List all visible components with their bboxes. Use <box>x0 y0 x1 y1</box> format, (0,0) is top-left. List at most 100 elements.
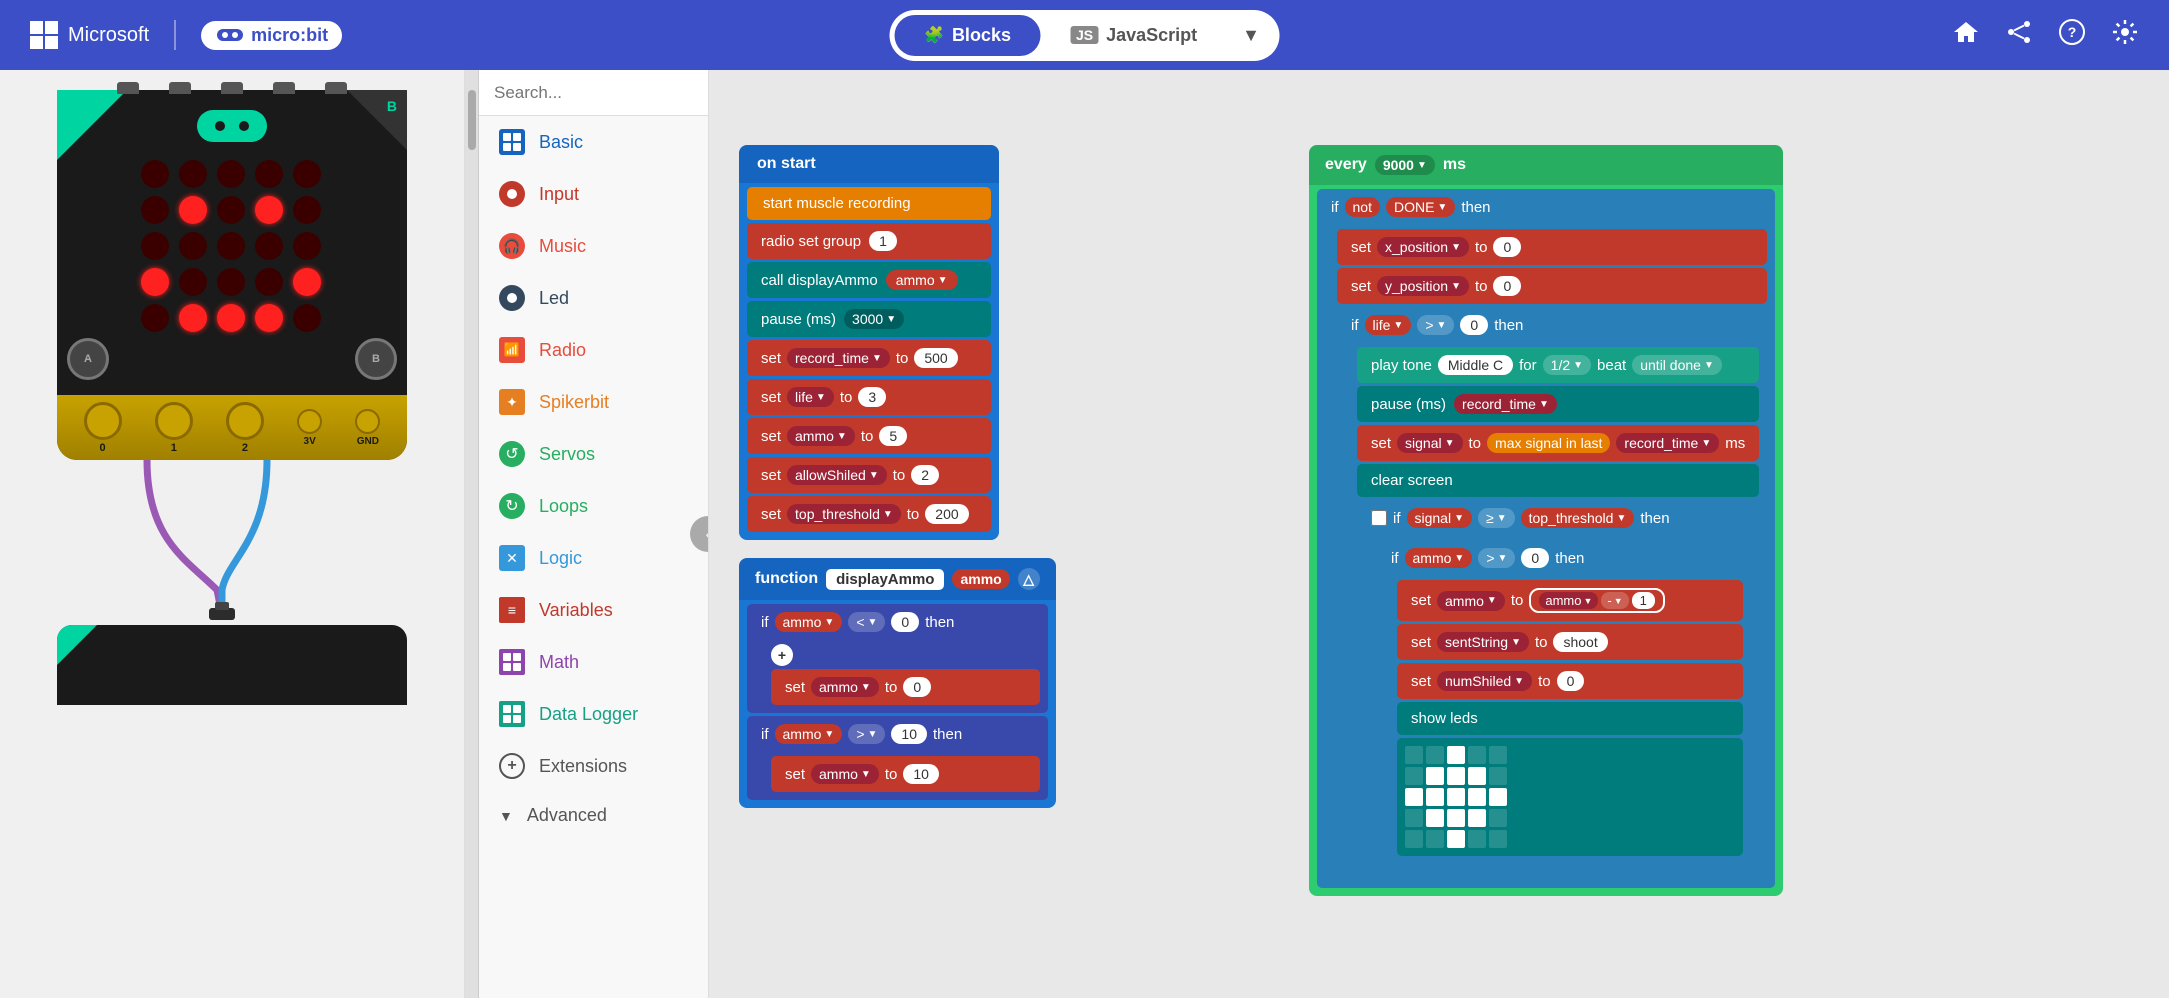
home-button[interactable] <box>1952 18 1980 53</box>
if-signal-gte-threshold: if signal ▼ ≥ ▼ top_threshold ▼ then <box>1357 500 1759 872</box>
collapse-function-btn[interactable]: △ <box>1018 568 1040 590</box>
blocks-label: Blocks <box>952 25 1011 46</box>
microbit-bottom-preview <box>57 625 407 705</box>
pause-block[interactable]: pause (ms) 3000 ▼ <box>747 301 991 337</box>
help-button[interactable]: ? <box>2058 18 2086 53</box>
if-not-done: if not DONE ▼ then set x_position ▼ to 0 <box>1317 189 1775 888</box>
set-x-position-block[interactable]: set x_position ▼ to 0 <box>1337 229 1767 265</box>
zero-val3: 0 <box>1521 548 1549 568</box>
ammo-var5: ammo ▼ <box>1437 591 1505 611</box>
set-sentstring-block[interactable]: set sentString ▼ to shoot <box>1397 624 1743 660</box>
sidebar-item-data-logger[interactable]: Data Logger <box>479 688 708 740</box>
main-container: A B B 0 1 <box>0 70 2169 998</box>
svg-text:?: ? <box>2068 24 2077 40</box>
blocks-icon: 🧩 <box>924 25 944 45</box>
advanced-label: Advanced <box>527 805 607 826</box>
javascript-tab[interactable]: JS JavaScript <box>1041 15 1227 56</box>
preview-corner <box>57 625 97 665</box>
data-logger-label: Data Logger <box>539 704 638 725</box>
allowshield-val: 2 <box>911 465 939 485</box>
ten-val: 10 <box>891 724 927 744</box>
spikerbit-label: Spikerbit <box>539 392 609 413</box>
if-body: + set ammo ▼ to 0 <box>747 640 1048 713</box>
sidebar-item-spikerbit[interactable]: ✦ Spikerbit <box>479 376 708 428</box>
pause-record-time-block[interactable]: pause (ms) record_time ▼ <box>1357 386 1759 422</box>
ten-set-val: 10 <box>903 764 939 784</box>
logic-icon: ✕ <box>499 545 525 571</box>
set-ammo-ten-block[interactable]: set ammo ▼ to 10 <box>771 756 1040 792</box>
threshold-var2: top_threshold ▼ <box>1521 508 1635 528</box>
sidebar-item-loops[interactable]: ↻ Loops <box>479 480 708 532</box>
set-record-time-block[interactable]: set record_time ▼ to 500 <box>747 340 991 376</box>
sidebar-item-extensions[interactable]: + Extensions <box>479 740 708 792</box>
toolbox-scroll[interactable]: Basic Input 🎧 Music Led 📶 Radio <box>479 116 708 998</box>
set-ammo-zero-block[interactable]: set ammo ▼ to 0 <box>771 669 1040 705</box>
set-ammo-minus-block[interactable]: set ammo ▼ to ammo ▼ - ▼ 1 <box>1397 580 1743 621</box>
function-header: function displayAmmo ammo △ <box>739 558 1056 600</box>
microbit-logo-svg <box>215 25 245 45</box>
start-muscle-block[interactable]: start muscle recording <box>747 187 991 220</box>
if-header-row2: if ammo ▼ > ▼ 10 then <box>747 716 1048 752</box>
extensions-label: Extensions <box>539 756 627 777</box>
sidebar-item-advanced[interactable]: ▼ Advanced <box>479 792 708 839</box>
set-life-block[interactable]: set life ▼ to 3 <box>747 379 991 415</box>
ammo-val: 5 <box>879 426 907 446</box>
sidebar-item-radio[interactable]: 📶 Radio <box>479 324 708 376</box>
if-ammo-var: ammo ▼ <box>775 612 843 632</box>
clear-screen-block[interactable]: clear screen <box>1357 464 1759 497</box>
logo-area: Microsoft micro:bit <box>30 20 342 50</box>
if-ammo-gt-10: if ammo ▼ > ▼ 10 then set ammo ▼ to 10 <box>747 716 1048 800</box>
ammo-var3: ammo ▼ <box>811 764 879 784</box>
servos-label: Servos <box>539 444 595 465</box>
blocks-canvas[interactable]: on start start muscle recording radio se… <box>709 70 2169 998</box>
set-numshield-block[interactable]: set numShiled ▼ to 0 <box>1397 663 1743 699</box>
set-allowshield-block[interactable]: set allowShiled ▼ to 2 <box>747 457 991 493</box>
set-y-position-block[interactable]: set y_position ▼ to 0 <box>1337 268 1767 304</box>
ammo-var2: ammo ▼ <box>811 677 879 697</box>
sidebar-item-logic[interactable]: ✕ Logic <box>479 532 708 584</box>
pin-gnd: GND <box>355 409 380 447</box>
if-life-body: play tone Middle C for 1/2 ▼ beat until … <box>1337 343 1767 880</box>
sidebar-item-led[interactable]: Led <box>479 272 708 324</box>
search-input[interactable] <box>494 83 709 103</box>
toolbox-scrollbar[interactable] <box>465 70 479 998</box>
gte-op: ≥ ▼ <box>1478 508 1515 528</box>
radio-set-group-block[interactable]: radio set group 1 <box>747 223 991 259</box>
sidebar-item-music[interactable]: 🎧 Music <box>479 220 708 272</box>
numshield-var: numShiled ▼ <box>1437 671 1532 691</box>
button-a[interactable]: A <box>67 338 109 380</box>
play-tone-block[interactable]: play tone Middle C for 1/2 ▼ beat until … <box>1357 347 1759 383</box>
microbit-device: A B B 0 1 <box>57 90 407 460</box>
blocks-tab[interactable]: 🧩 Blocks <box>894 15 1041 56</box>
life-var2: life ▼ <box>1365 315 1412 335</box>
sidebar-item-input[interactable]: Input <box>479 168 708 220</box>
mode-dropdown[interactable]: ▼ <box>1227 15 1275 56</box>
settings-button[interactable] <box>2111 18 2139 53</box>
set-ammo-block[interactable]: set ammo ▼ to 5 <box>747 418 991 454</box>
pin-2: 2 <box>226 402 264 454</box>
math-label: Math <box>539 652 579 673</box>
call-display-ammo-block[interactable]: call displayAmmo ammo ▼ <box>747 262 991 298</box>
share-button[interactable] <box>2005 18 2033 53</box>
if-checkbox[interactable] <box>1371 510 1387 526</box>
mode-switcher: 🧩 Blocks JS JavaScript ▼ <box>889 10 1280 61</box>
javascript-label: JavaScript <box>1106 25 1197 46</box>
function-param: ammo <box>952 569 1009 589</box>
show-leds-grid <box>1397 738 1743 856</box>
set-threshold-block[interactable]: set top_threshold ▼ to 200 <box>747 496 991 532</box>
record-time-val: 500 <box>914 348 957 368</box>
set-signal-block[interactable]: set signal ▼ to max signal in last recor… <box>1357 425 1759 461</box>
show-leds-label-block[interactable]: show leds <box>1397 702 1743 735</box>
button-b[interactable]: B <box>355 338 397 380</box>
sidebar-item-variables[interactable]: ≡ Variables <box>479 584 708 636</box>
sidebar-item-servos[interactable]: ↺ Servos <box>479 428 708 480</box>
numshield-val: 0 <box>1557 671 1585 691</box>
music-label: Music <box>539 236 586 257</box>
sidebar-item-basic[interactable]: Basic <box>479 116 708 168</box>
allowshield-var: allowShiled ▼ <box>787 465 887 485</box>
signal-var: signal ▼ <box>1397 433 1463 453</box>
sidebar-item-math[interactable]: Math <box>479 636 708 688</box>
function-body: if ammo ▼ < ▼ 0 then + set ammo ▼ to <box>739 600 1056 808</box>
led-matrix <box>141 160 323 332</box>
if-plus-btn[interactable]: + <box>771 644 793 666</box>
